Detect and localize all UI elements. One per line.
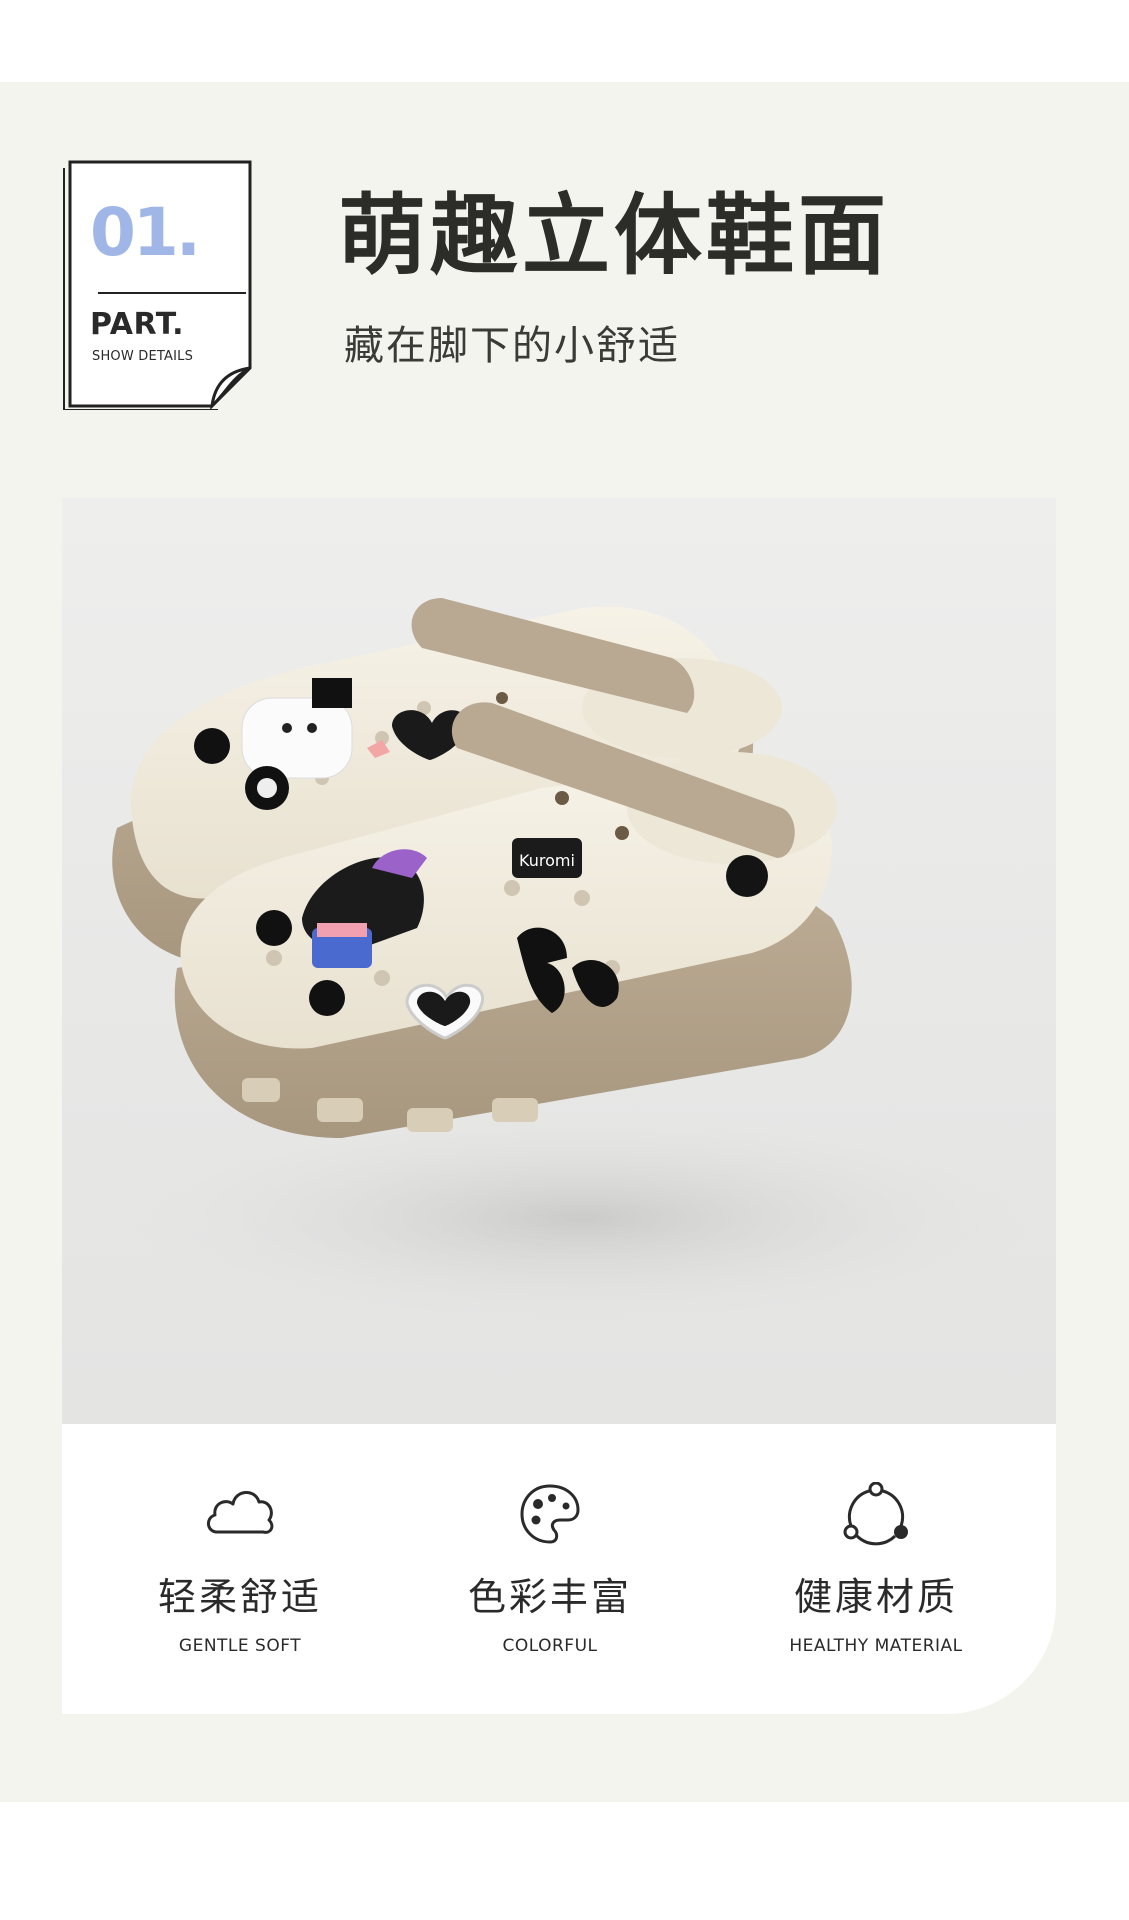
section-number: 01. [90,194,201,271]
feature-title-cn: 健康材质 [793,1575,958,1619]
section-part-label: PART. [90,307,185,342]
product-photo: Kuromi [62,498,1056,1424]
feature-title-en: HEALTHY MATERIAL [789,1636,963,1656]
clog-illustration: Kuromi [112,598,1052,1328]
section-sub-label: SHOW DETAILS [92,349,194,364]
palette-icon [520,1484,580,1544]
features-card: 轻柔舒适 GENTLE SOFT 色彩丰富 COLORFUL 健康材质 HEAL… [62,1424,1056,1714]
cloud-icon [207,1491,274,1534]
feature-healthy-material: 健康材质 HEALTHY MATERIAL [726,1424,1026,1714]
badge-divider [98,292,246,294]
product-detail-page: 01. PART. SHOW DETAILS 萌趣立体鞋面 藏在脚下的小舒适 K… [0,0,1129,1920]
feature-colorful: 色彩丰富 COLORFUL [400,1424,700,1714]
feature-gentle-soft: 轻柔舒适 GENTLE SOFT [90,1424,390,1714]
feature-title-cn: 轻柔舒适 [157,1575,322,1619]
feature-title-en: GENTLE SOFT [178,1636,302,1656]
cycle-icon [843,1482,908,1546]
page-title: 萌趣立体鞋面 [338,184,891,287]
page-subtitle: 藏在脚下的小舒适 [344,323,680,369]
feature-title-cn: 色彩丰富 [467,1575,632,1619]
section-badge: 01. PART. SHOW DETAILS [62,158,254,410]
kuromi-charm-text: Kuromi [519,851,575,870]
feature-title-en: COLORFUL [502,1636,598,1656]
